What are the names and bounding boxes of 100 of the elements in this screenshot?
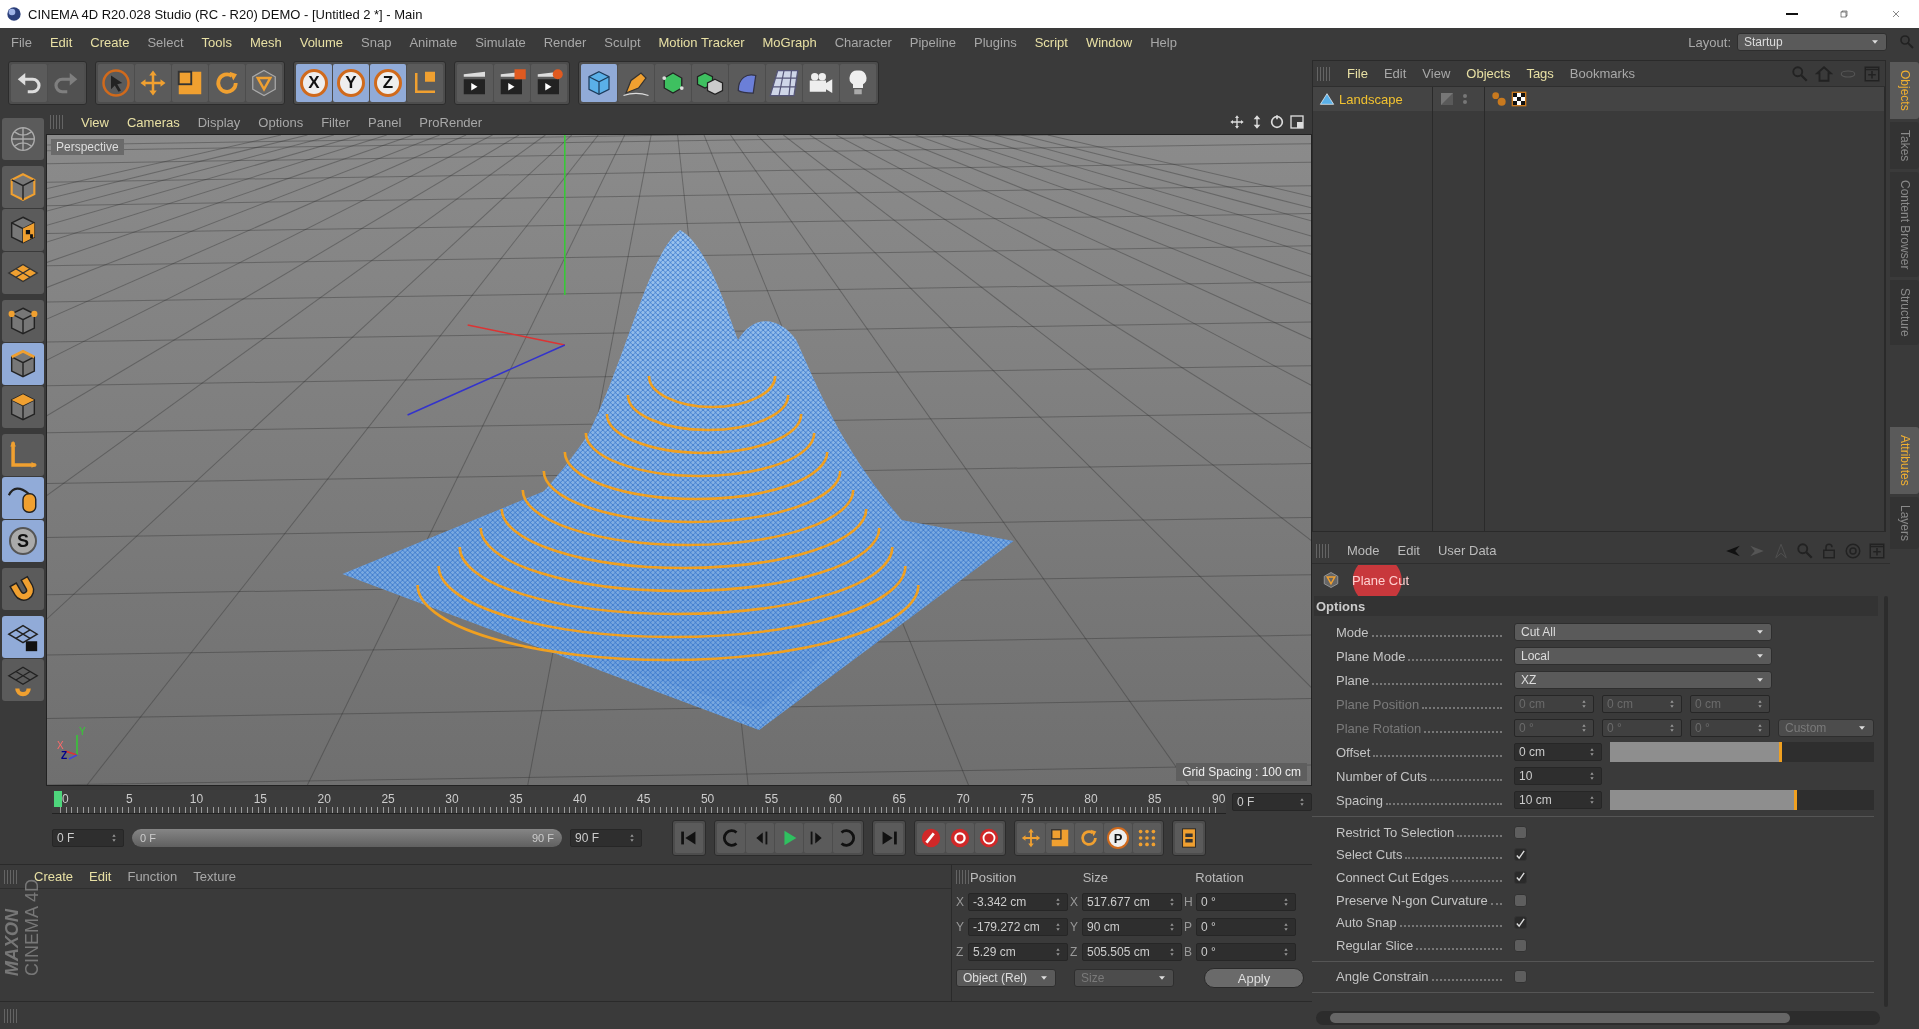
- slider-fill[interactable]: [1610, 742, 1782, 762]
- dropdown[interactable]: XZ: [1514, 671, 1772, 689]
- tool-button[interactable]: [692, 64, 728, 102]
- playback-button[interactable]: [775, 823, 803, 853]
- rot-view-button[interactable]: [1268, 113, 1286, 131]
- playback-button[interactable]: [833, 823, 861, 853]
- menu-item[interactable]: Edit: [81, 869, 120, 884]
- tool-button[interactable]: [2, 252, 44, 294]
- menu-item[interactable]: Filter: [312, 114, 360, 130]
- panel-tab[interactable]: Content Browser: [1890, 172, 1919, 278]
- scrollbar[interactable]: [1316, 1011, 1880, 1025]
- start-frame-field[interactable]: 0 F: [52, 829, 124, 847]
- menu-item[interactable]: Objects: [1458, 66, 1519, 81]
- coordinate-field[interactable]: -3.342 cm: [968, 892, 1068, 911]
- coordinate-field[interactable]: 90 cm: [1082, 917, 1182, 936]
- 3d-viewport[interactable]: Perspective Grid Spacing : 100 cm Y X Z: [46, 134, 1312, 786]
- apply-button[interactable]: Apply: [1204, 968, 1304, 988]
- axis-lock-button[interactable]: X: [296, 64, 332, 102]
- tool-button[interactable]: [2, 343, 44, 385]
- menu-item[interactable]: Tags: [1518, 66, 1562, 81]
- frame-field[interactable]: 0 F: [1232, 793, 1312, 811]
- menu-item[interactable]: Sculpt: [595, 34, 650, 50]
- menu-item[interactable]: Create: [81, 34, 139, 50]
- playback-button[interactable]: [717, 823, 745, 853]
- tool-button[interactable]: [2, 616, 44, 658]
- menu-item[interactable]: Edit: [40, 34, 82, 50]
- menu-item[interactable]: Mode: [1338, 543, 1389, 558]
- menu-item[interactable]: Help: [1141, 34, 1186, 50]
- menu-item[interactable]: Volume: [290, 34, 353, 50]
- slider-track[interactable]: [1610, 790, 1874, 810]
- tool-button[interactable]: [618, 64, 654, 102]
- playback-button[interactable]: [746, 823, 774, 853]
- playback-button[interactable]: [946, 823, 974, 853]
- menu-item[interactable]: Panel: [359, 114, 411, 130]
- tool-button[interactable]: [2, 386, 44, 428]
- tool-button[interactable]: [494, 64, 530, 102]
- menu-item[interactable]: Plugins: [965, 34, 1026, 50]
- playback-button[interactable]: [804, 823, 832, 853]
- tool-button[interactable]: [457, 64, 493, 102]
- menu-item[interactable]: Select: [138, 34, 193, 50]
- menu-item[interactable]: File: [2, 34, 41, 50]
- coordinate-field[interactable]: 517.677 cm: [1082, 892, 1182, 911]
- menu-item[interactable]: Animate: [400, 34, 467, 50]
- coordinate-field[interactable]: 5.29 cm: [968, 942, 1068, 961]
- menu-item[interactable]: Simulate: [466, 34, 535, 50]
- menu-item[interactable]: User Data: [1428, 543, 1506, 558]
- parameter-key-button[interactable]: P: [1104, 823, 1132, 853]
- menu-item[interactable]: Bookmarks: [1561, 66, 1643, 81]
- menu-item[interactable]: Options: [249, 114, 313, 130]
- coordinate-field[interactable]: 0 °: [1196, 917, 1296, 936]
- panel-tab[interactable]: Objects: [1890, 62, 1919, 119]
- menu-item[interactable]: Display: [188, 114, 250, 130]
- tool-button[interactable]: [803, 64, 839, 102]
- dropdown[interactable]: Local: [1514, 647, 1772, 665]
- toggle-button[interactable]: S: [2, 520, 44, 562]
- tool-button[interactable]: [840, 64, 876, 102]
- menu-item[interactable]: Render: [534, 34, 596, 50]
- coordinate-field[interactable]: -179.272 cm: [968, 917, 1068, 936]
- menu-item[interactable]: Pipeline: [900, 34, 966, 50]
- menu-item[interactable]: Function: [119, 869, 186, 884]
- checkbox[interactable]: [1514, 893, 1527, 907]
- playback-button[interactable]: [1017, 823, 1045, 853]
- tool-button[interactable]: [2, 166, 44, 208]
- tool-button[interactable]: [11, 64, 47, 102]
- menu-item[interactable]: Texture: [185, 869, 244, 884]
- dropdown[interactable]: Cut All: [1514, 623, 1772, 641]
- playback-button[interactable]: [917, 823, 945, 853]
- menu-item[interactable]: Edit: [1388, 543, 1429, 558]
- checkbox[interactable]: [1514, 848, 1527, 862]
- menu-item[interactable]: Snap: [352, 34, 401, 50]
- slider-fill[interactable]: [1610, 790, 1798, 810]
- tool-button[interactable]: [2, 477, 44, 519]
- frame-range-slider[interactable]: 0 F 90 F: [132, 829, 562, 847]
- tool-button[interactable]: [172, 64, 208, 102]
- menu-item[interactable]: Cameras: [117, 114, 189, 130]
- menu-item[interactable]: Window: [1076, 34, 1142, 50]
- tool-button[interactable]: [655, 64, 691, 102]
- checkbox[interactable]: [1514, 970, 1527, 984]
- menu-item[interactable]: View: [72, 114, 118, 130]
- menu-item[interactable]: View: [1414, 66, 1459, 81]
- playback-button[interactable]: [975, 823, 1003, 853]
- number-field[interactable]: 10 cm: [1514, 791, 1602, 809]
- menu-item[interactable]: Character: [825, 34, 901, 50]
- tool-button[interactable]: [531, 64, 567, 102]
- max-view-button[interactable]: [1288, 113, 1306, 131]
- menu-item[interactable]: Script: [1025, 34, 1077, 50]
- checkbox[interactable]: [1514, 871, 1527, 884]
- menu-item[interactable]: Mesh: [240, 34, 291, 50]
- panel-tab[interactable]: Attributes: [1890, 427, 1919, 494]
- menu-item[interactable]: Tools: [192, 34, 241, 50]
- menu-item[interactable]: Motion Tracker: [649, 34, 754, 50]
- coordinate-field[interactable]: 0 °: [1196, 892, 1296, 911]
- layout-dropdown[interactable]: Startup: [1737, 33, 1887, 51]
- panel-tab[interactable]: Takes: [1890, 121, 1919, 170]
- number-field[interactable]: 10: [1514, 767, 1602, 785]
- tool-button[interactable]: [2, 300, 44, 342]
- playback-button[interactable]: [1075, 823, 1103, 853]
- mode-dropdown[interactable]: Object (Rel): [956, 969, 1056, 987]
- axis-lock-button[interactable]: Y: [333, 64, 369, 102]
- coordinate-field[interactable]: 505.505 cm: [1082, 942, 1182, 961]
